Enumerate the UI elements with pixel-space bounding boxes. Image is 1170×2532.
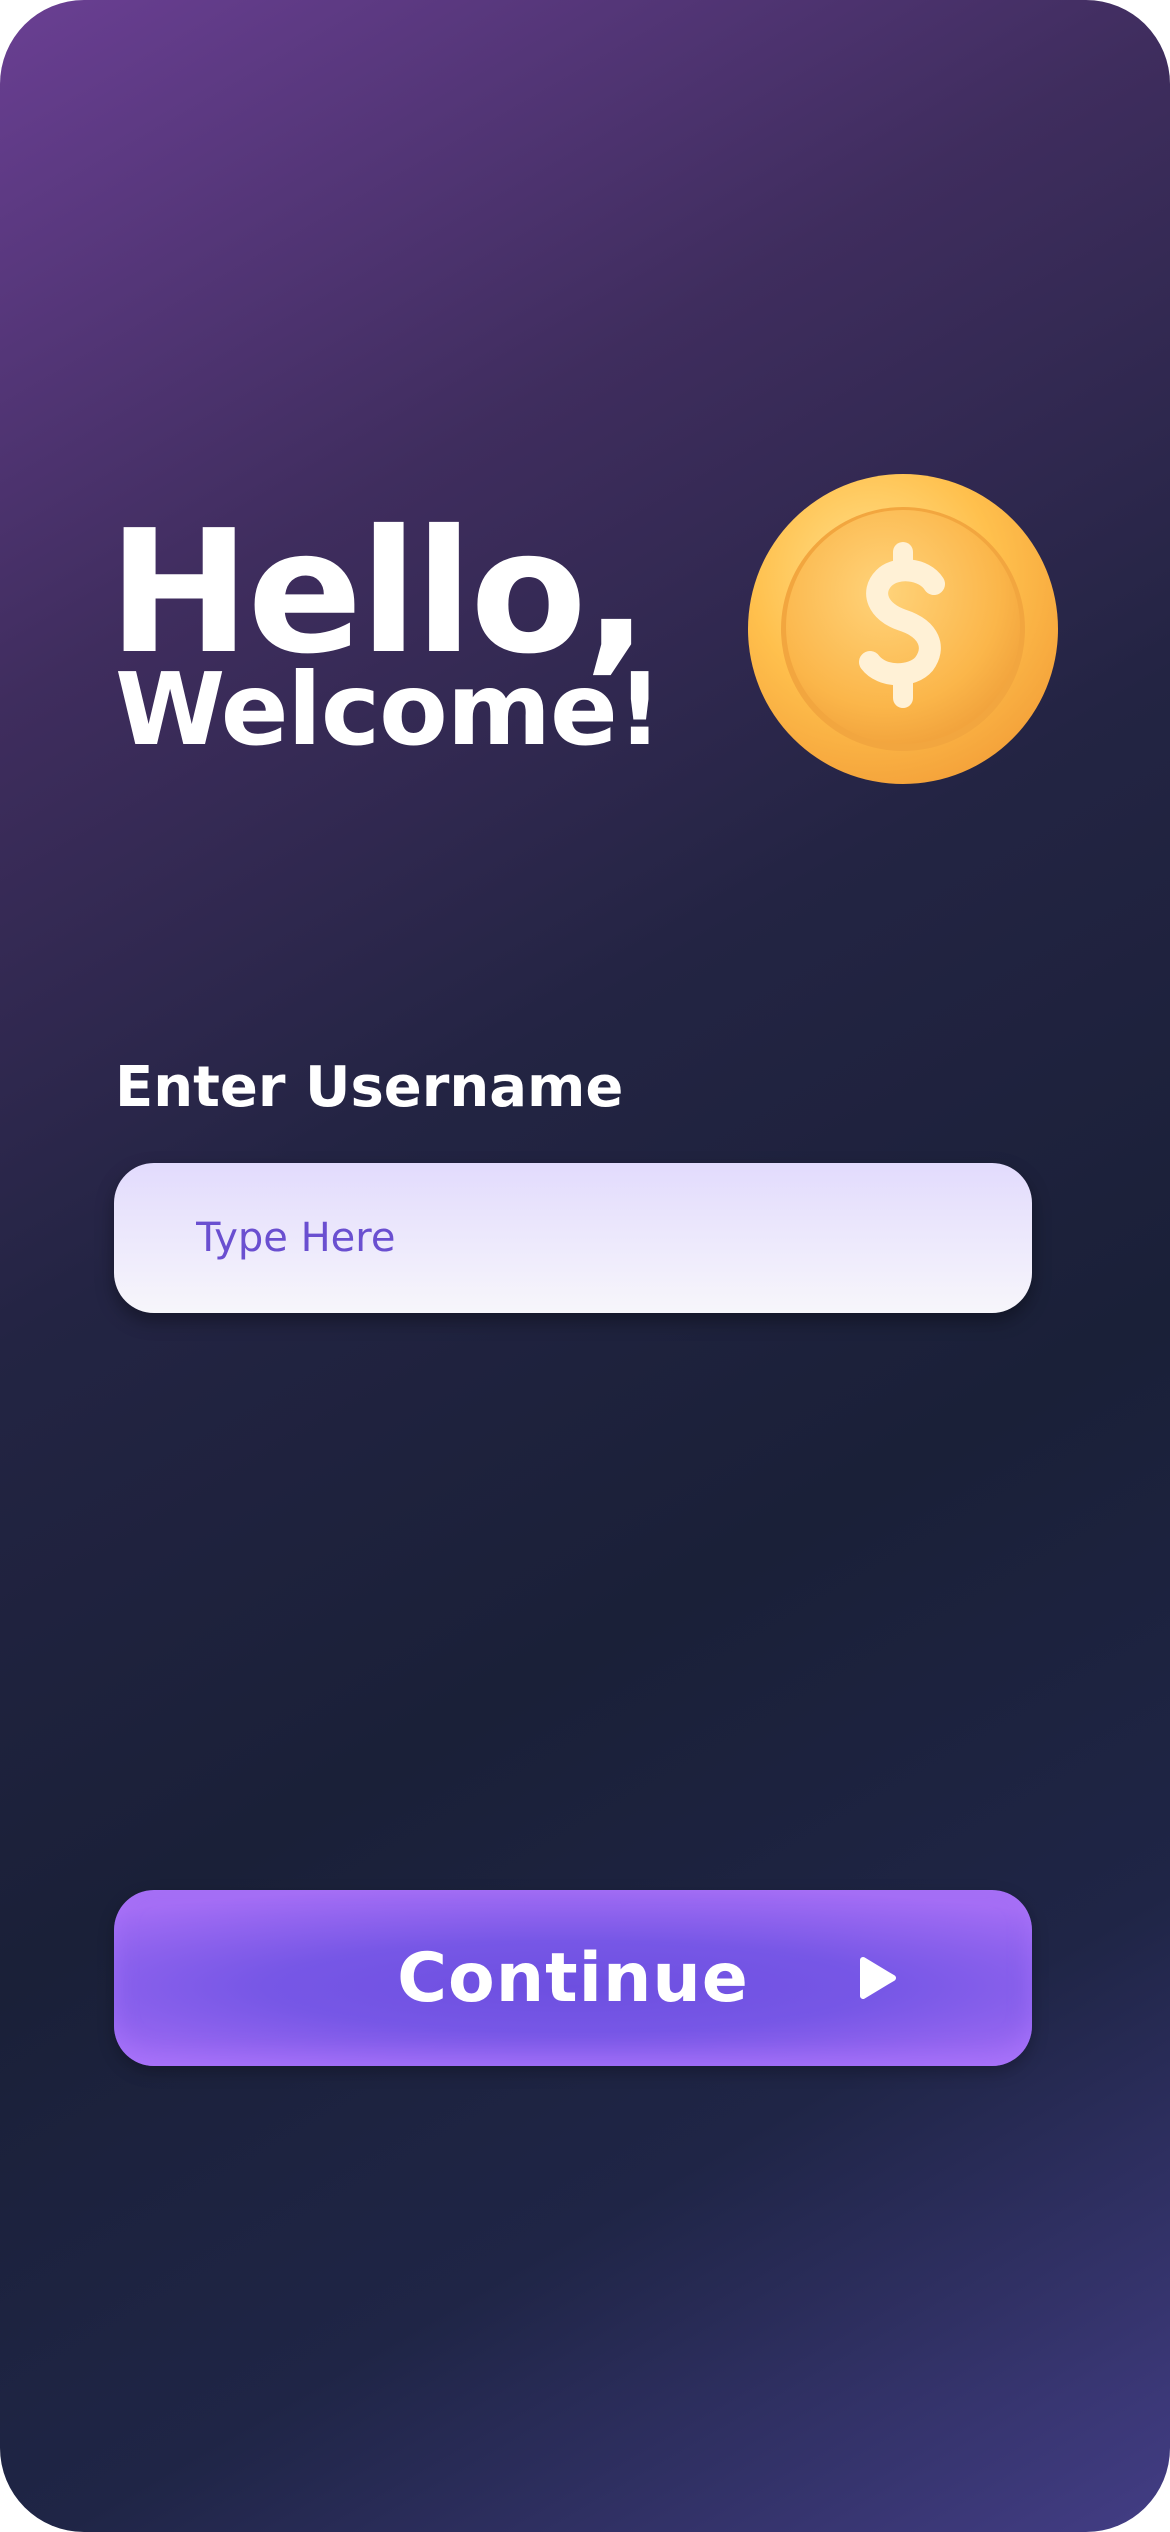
username-field[interactable]	[114, 1163, 1032, 1313]
username-label: Enter Username	[115, 1055, 624, 1120]
continue-button[interactable]: Continue	[114, 1890, 1032, 2066]
play-icon	[860, 1957, 896, 1999]
username-input[interactable]	[194, 1214, 1032, 1262]
welcome-subtitle: Welcome!	[115, 651, 662, 768]
dollar-coin-icon	[748, 474, 1058, 784]
welcome-screen: Hello, Welcome! Enter Username Continue	[0, 0, 1170, 2532]
